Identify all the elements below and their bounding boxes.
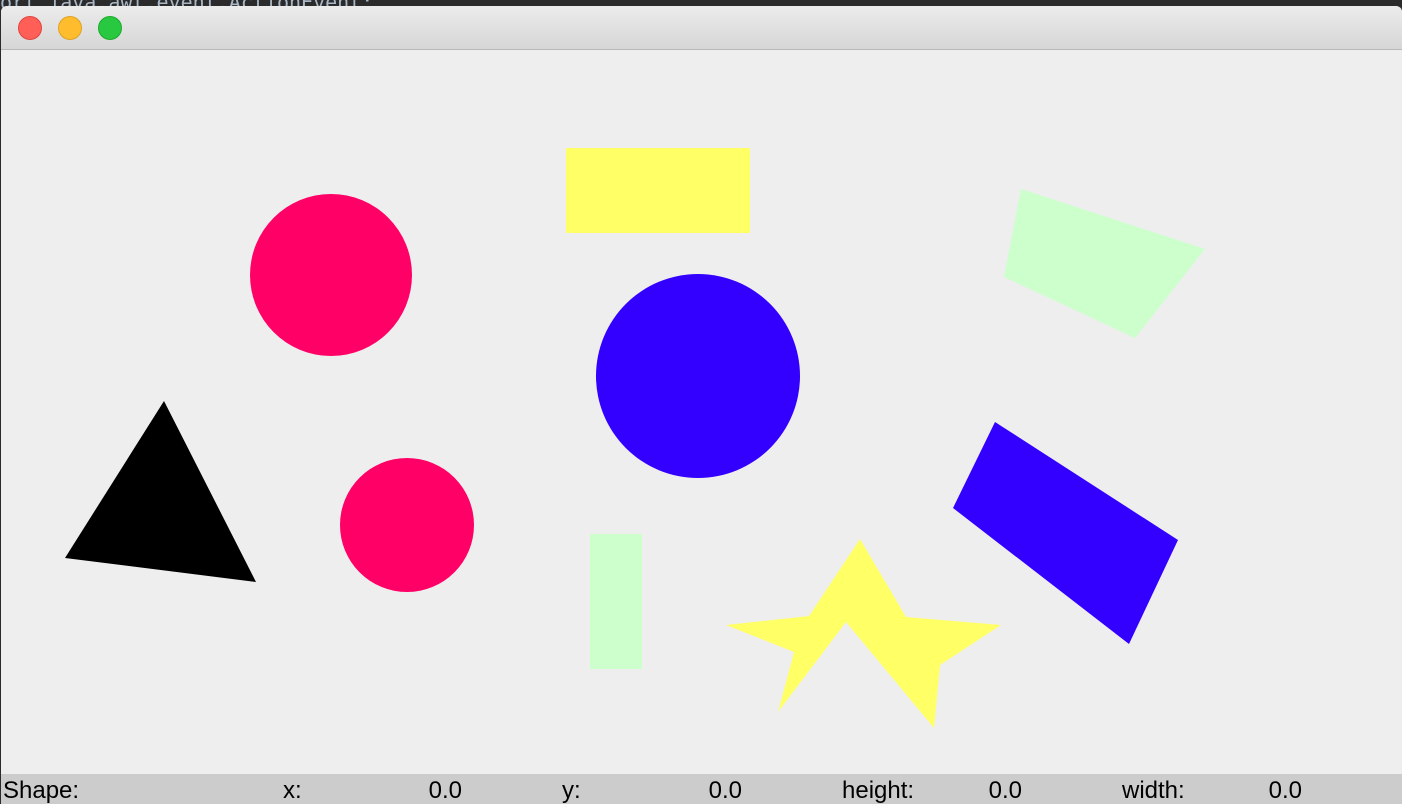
- shapes-svg: [65, 148, 1205, 728]
- height-label: height:: [842, 777, 915, 804]
- blue-rotated-rectangle[interactable]: [953, 422, 1178, 644]
- height-value: 0.0: [988, 777, 1022, 804]
- app-window: Shape: x: 0.0 y: 0.0 height: 0.0 width: …: [1, 6, 1402, 804]
- pink-circle-small[interactable]: [340, 458, 474, 592]
- mint-quadrilateral[interactable]: [1004, 189, 1205, 338]
- drawing-canvas[interactable]: [1, 50, 1402, 774]
- blue-circle[interactable]: [596, 274, 800, 478]
- y-value: 0.0: [708, 777, 742, 804]
- black-triangle[interactable]: [65, 401, 256, 582]
- yellow-star[interactable]: [726, 539, 1001, 728]
- pink-circle-large[interactable]: [250, 194, 412, 356]
- width-value: 0.0: [1268, 777, 1302, 804]
- x-value: 0.0: [428, 777, 462, 804]
- x-label: x:: [283, 777, 302, 804]
- width-label: width:: [1122, 777, 1185, 804]
- shape-label: Shape:: [3, 777, 80, 804]
- mint-rectangle-vertical[interactable]: [590, 534, 642, 669]
- close-window-button[interactable]: [18, 16, 42, 40]
- yellow-rectangle[interactable]: [566, 148, 750, 233]
- maximize-window-button[interactable]: [98, 16, 122, 40]
- minimize-window-button[interactable]: [58, 16, 82, 40]
- title-bar[interactable]: [1, 6, 1402, 50]
- status-bar: Shape: x: 0.0 y: 0.0 height: 0.0 width: …: [1, 774, 1402, 804]
- y-label: y:: [562, 777, 581, 804]
